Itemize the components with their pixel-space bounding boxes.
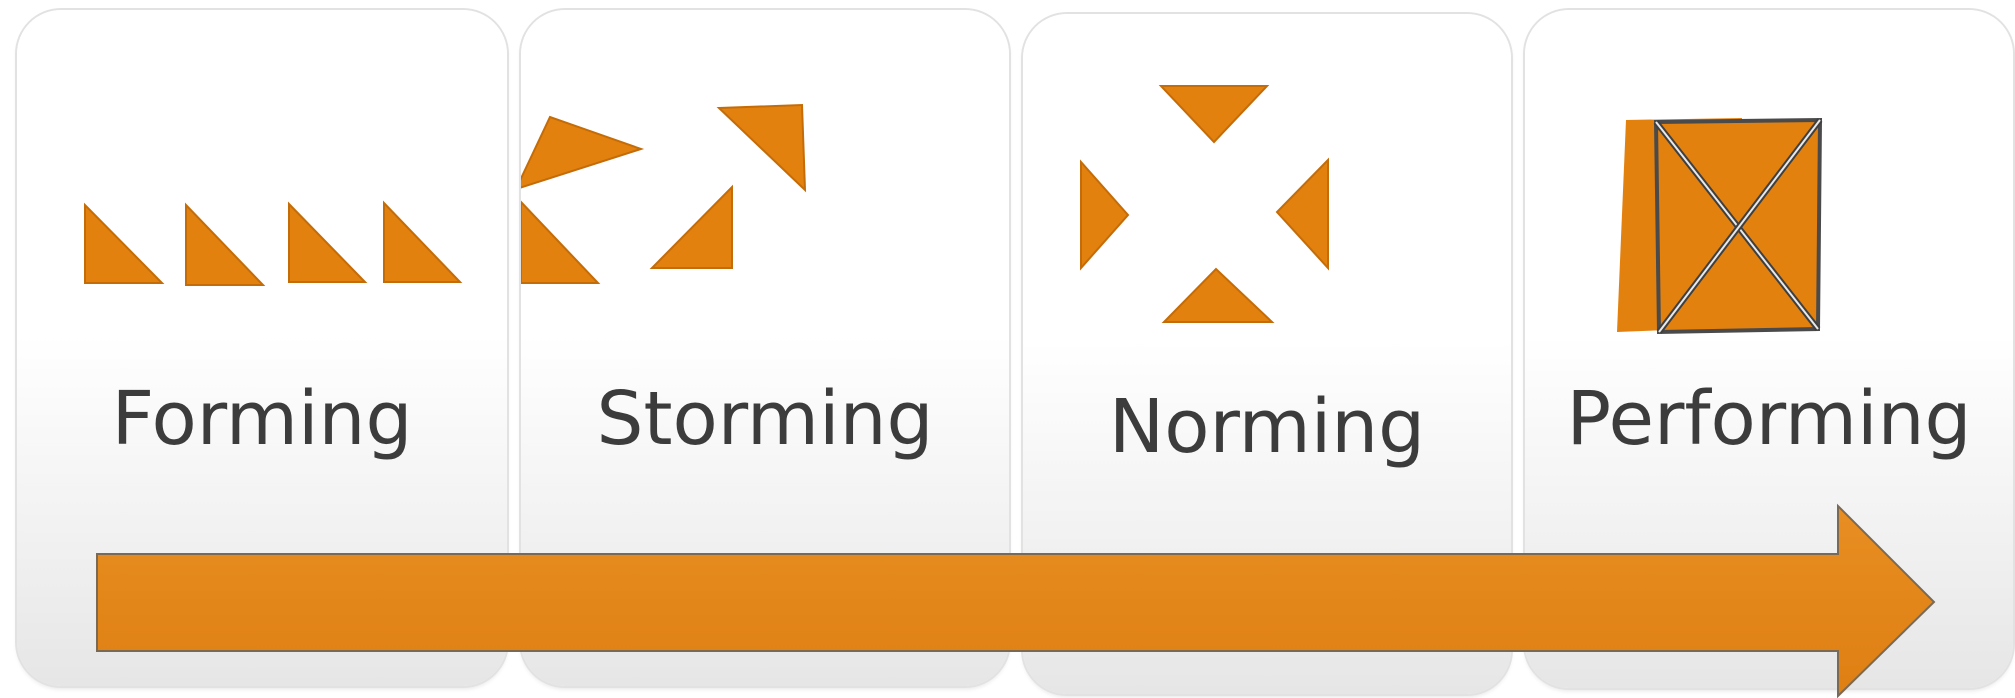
- scattered-triangles-icon: [521, 80, 1009, 350]
- square-with-diagonals-icon: [1525, 80, 2013, 350]
- stage-card-storming: Storming: [521, 10, 1009, 686]
- stage-label-forming: Forming: [111, 376, 413, 462]
- triangles-pointing-inward-icon: [1023, 84, 1511, 354]
- four-triangles-in-row-icon: [17, 80, 507, 350]
- stage-label-norming: Norming: [1108, 384, 1426, 470]
- stage-label-storming: Storming: [596, 376, 934, 462]
- stage-card-norming: Norming: [1023, 14, 1511, 694]
- stage-label-performing: Performing: [1566, 376, 1972, 462]
- stage-card-performing: Performing: [1525, 10, 2013, 688]
- tuckman-stages-diagram: Forming Storming Norming Performing: [0, 0, 2015, 698]
- stage-card-forming: Forming: [17, 10, 507, 686]
